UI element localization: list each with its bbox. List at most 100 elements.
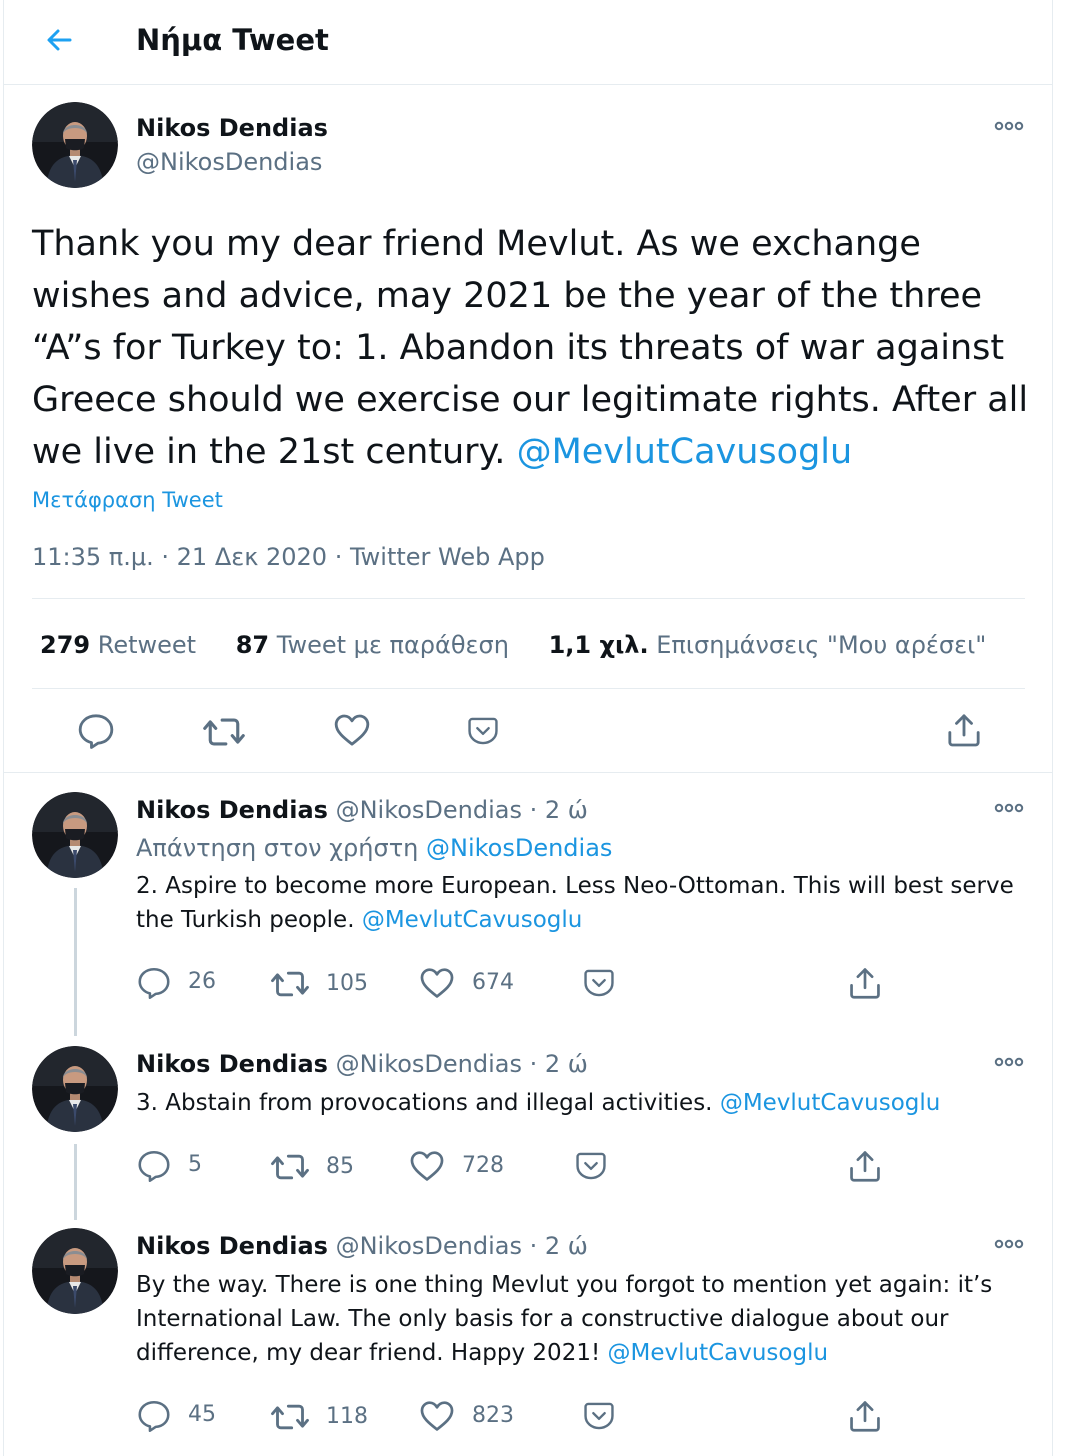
back-button[interactable] bbox=[40, 20, 80, 60]
reply-icon bbox=[136, 1397, 172, 1433]
reply-header: Nikos Dendias @NikosDendias · 2 ώ bbox=[136, 794, 588, 826]
like-count: 728 bbox=[462, 1153, 504, 1178]
retweet-count: 85 bbox=[326, 1154, 354, 1179]
react-action[interactable] bbox=[574, 1149, 608, 1183]
reply-time[interactable]: · 2 ώ bbox=[522, 1050, 588, 1078]
like-action[interactable]: 823 bbox=[418, 1397, 514, 1435]
react-icon bbox=[582, 1399, 616, 1433]
thread-line bbox=[74, 888, 77, 1036]
react-icon[interactable] bbox=[466, 714, 500, 748]
reply-action[interactable]: 26 bbox=[136, 964, 216, 1000]
replying-to-handle[interactable]: @NikosDendias bbox=[426, 834, 612, 862]
author-name[interactable]: Nikos Dendias bbox=[136, 112, 328, 144]
thread-line bbox=[74, 1144, 77, 1220]
author-name[interactable]: Nikos Dendias bbox=[136, 1232, 328, 1260]
reply-count: 26 bbox=[188, 969, 216, 994]
avatar[interactable] bbox=[32, 792, 118, 878]
replying-to: Απάντηση στον χρήστη @NikosDendias bbox=[136, 832, 612, 864]
react-action[interactable] bbox=[582, 1399, 616, 1433]
arrow-left-icon bbox=[47, 29, 72, 51]
retweet-count: 105 bbox=[326, 971, 368, 996]
tweet-thread-column: Νήμα Tweet Nikos Dendias @NikosDendias T… bbox=[3, 0, 1053, 1456]
more-icon[interactable] bbox=[992, 798, 1026, 818]
author-handle[interactable]: @NikosDendias bbox=[336, 1050, 522, 1078]
replying-to-label: Απάντηση στον χρήστη bbox=[136, 834, 426, 862]
avatar[interactable] bbox=[32, 1228, 118, 1314]
avatar[interactable] bbox=[32, 102, 118, 188]
author-handle[interactable]: @NikosDendias bbox=[136, 146, 322, 178]
retweet-action[interactable]: 118 bbox=[270, 1397, 368, 1437]
heart-icon bbox=[408, 1147, 446, 1185]
like-action[interactable]: 674 bbox=[418, 964, 514, 1002]
reply-action[interactable]: 45 bbox=[136, 1397, 216, 1433]
mention-link[interactable]: @MevlutCavusoglu bbox=[608, 1340, 829, 1366]
reply-text: By the way. There is one thing Mevlut yo… bbox=[136, 1268, 1026, 1370]
heart-icon[interactable] bbox=[332, 710, 372, 750]
mention-link[interactable]: @MevlutCavusoglu bbox=[517, 432, 853, 472]
reply-count: 5 bbox=[188, 1152, 202, 1177]
reply-body: By the way. There is one thing Mevlut yo… bbox=[136, 1272, 993, 1366]
react-icon bbox=[582, 966, 616, 1000]
more-icon[interactable] bbox=[992, 1234, 1026, 1254]
reply-action[interactable]: 5 bbox=[136, 1147, 202, 1183]
page-title: Νήμα Tweet bbox=[136, 23, 329, 57]
heart-icon bbox=[418, 1397, 456, 1435]
author-handle[interactable]: @NikosDendias bbox=[336, 796, 522, 824]
share-icon[interactable] bbox=[944, 710, 984, 750]
mention-link[interactable]: @MevlutCavusoglu bbox=[720, 1090, 941, 1116]
author-name[interactable]: Nikos Dendias bbox=[136, 796, 328, 824]
reply-time[interactable]: · 2 ώ bbox=[522, 796, 588, 824]
retweet-action[interactable]: 105 bbox=[270, 964, 368, 1004]
share-action[interactable] bbox=[846, 964, 884, 1002]
more-icon[interactable] bbox=[992, 116, 1026, 136]
retweet-icon bbox=[270, 964, 310, 1004]
reply-text: 3. Abstain from provocations and illegal… bbox=[136, 1086, 1026, 1120]
share-action[interactable] bbox=[846, 1147, 884, 1185]
retweet-icon bbox=[270, 1147, 310, 1187]
retweet-icon[interactable] bbox=[202, 710, 246, 754]
tweet-text: Thank you my dear friend Mevlut. As we e… bbox=[32, 218, 1032, 478]
share-action[interactable] bbox=[846, 1397, 884, 1435]
more-icon[interactable] bbox=[992, 1052, 1026, 1072]
retweets-count: 279 bbox=[40, 631, 91, 659]
quotes-label: Tweet με παράθεση bbox=[276, 631, 509, 659]
quotes-count: 87 bbox=[235, 631, 270, 659]
reply-icon bbox=[136, 1147, 172, 1183]
share-icon bbox=[846, 1147, 884, 1185]
retweets-label: Retweet bbox=[97, 631, 197, 659]
like-count: 674 bbox=[472, 970, 514, 995]
likes-count: 1,1 χιλ. bbox=[548, 631, 649, 659]
share-icon bbox=[846, 964, 884, 1002]
reply-icon bbox=[136, 964, 172, 1000]
author-name[interactable]: Nikos Dendias bbox=[136, 1050, 328, 1078]
page-header: Νήμα Tweet bbox=[4, 0, 1052, 85]
divider bbox=[32, 688, 1025, 689]
divider bbox=[4, 772, 1052, 773]
share-icon bbox=[846, 1397, 884, 1435]
author-handle[interactable]: @NikosDendias bbox=[336, 1232, 522, 1260]
reply-header: Nikos Dendias @NikosDendias · 2 ώ bbox=[136, 1048, 588, 1080]
reply-body: 3. Abstain from provocations and illegal… bbox=[136, 1090, 720, 1116]
likes-stat[interactable]: 1,1 χιλ. Επισημάνσεις "Μου αρέσει" bbox=[549, 628, 987, 662]
tweet-timestamp[interactable]: 11:35 π.μ. · 21 Δεκ 2020 · Twitter Web A… bbox=[32, 540, 545, 574]
reply-count: 45 bbox=[188, 1402, 216, 1427]
divider bbox=[32, 598, 1025, 599]
react-action[interactable] bbox=[582, 966, 616, 1000]
translate-tweet-link[interactable]: Μετάφραση Tweet bbox=[32, 486, 223, 514]
retweet-icon bbox=[270, 1397, 310, 1437]
likes-label: Επισημάνσεις "Μου αρέσει" bbox=[656, 631, 987, 659]
retweet-action[interactable]: 85 bbox=[270, 1147, 354, 1187]
reply-icon[interactable] bbox=[76, 710, 116, 750]
reply-time[interactable]: · 2 ώ bbox=[522, 1232, 588, 1260]
reply-text: 2. Aspire to become more European. Less … bbox=[136, 869, 1026, 937]
mention-link[interactable]: @MevlutCavusoglu bbox=[362, 907, 583, 933]
avatar[interactable] bbox=[32, 1046, 118, 1132]
quotes-stat[interactable]: 87 Tweet με παράθεση bbox=[236, 628, 509, 662]
reply-header: Nikos Dendias @NikosDendias · 2 ώ bbox=[136, 1230, 588, 1262]
tweet-stats: 279 Retweet 87 Tweet με παράθεση 1,1 χιλ… bbox=[40, 628, 1018, 662]
like-action[interactable]: 728 bbox=[408, 1147, 504, 1185]
react-icon bbox=[574, 1149, 608, 1183]
retweets-stat[interactable]: 279 Retweet bbox=[40, 628, 196, 662]
heart-icon bbox=[418, 964, 456, 1002]
retweet-count: 118 bbox=[326, 1404, 368, 1429]
